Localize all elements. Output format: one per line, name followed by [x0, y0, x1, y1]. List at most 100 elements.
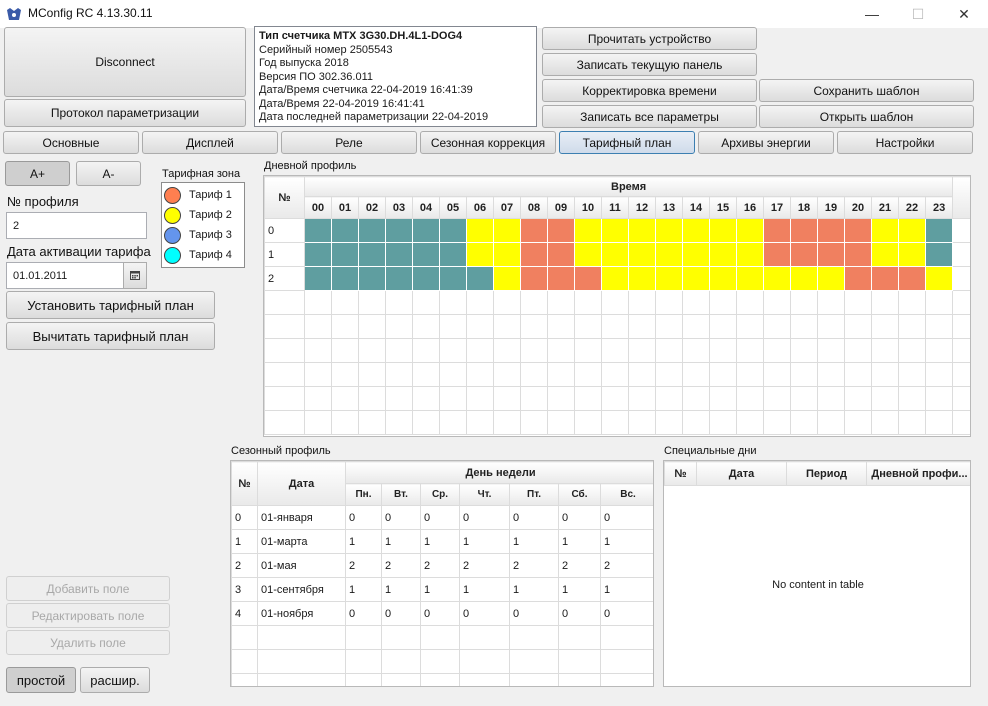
- extended-mode-button[interactable]: расшир.: [80, 667, 150, 693]
- hour-tariff-cell[interactable]: [358, 242, 386, 267]
- hour-tariff-cell[interactable]: [439, 266, 467, 291]
- hour-tariff-cell[interactable]: [924, 242, 954, 267]
- read-tariff-plan-button[interactable]: Вычитать тарифный план: [6, 322, 215, 350]
- hour-tariff-cell[interactable]: [547, 266, 575, 291]
- hour-tariff-cell[interactable]: [358, 266, 386, 291]
- hour-tariff-cell[interactable]: [709, 242, 737, 267]
- hour-tariff-cell[interactable]: [898, 242, 926, 267]
- hour-tariff-cell[interactable]: [871, 218, 899, 243]
- hour-tariff-cell[interactable]: [385, 218, 413, 243]
- hour-tariff-cell[interactable]: [655, 218, 683, 243]
- time-correction-button[interactable]: Корректировка времени: [542, 79, 757, 102]
- write-panel-button[interactable]: Записать текущую панель: [542, 53, 757, 76]
- hour-tariff-cell[interactable]: [574, 242, 602, 267]
- hour-tariff-cell[interactable]: [331, 218, 359, 243]
- hour-tariff-cell[interactable]: [763, 218, 791, 243]
- hour-tariff-cell[interactable]: [385, 266, 413, 291]
- activation-date-field[interactable]: 01.01.2011: [6, 262, 124, 289]
- hour-tariff-cell[interactable]: [817, 242, 845, 267]
- hour-tariff-cell[interactable]: [574, 218, 602, 243]
- disconnect-button[interactable]: Disconnect: [4, 27, 246, 97]
- daily-profile-row[interactable]: 0: [264, 218, 970, 243]
- hour-tariff-cell[interactable]: [871, 266, 899, 291]
- hour-tariff-cell[interactable]: [601, 218, 629, 243]
- hour-tariff-cell[interactable]: [871, 242, 899, 267]
- tab-settings[interactable]: Настройки: [837, 131, 973, 154]
- protocol-button[interactable]: Протокол параметризации: [4, 99, 246, 127]
- maximize-button[interactable]: ☐: [895, 0, 941, 28]
- hour-tariff-cell[interactable]: [304, 242, 332, 267]
- hour-tariff-cell[interactable]: [898, 218, 926, 243]
- hour-tariff-cell[interactable]: [924, 218, 954, 243]
- hour-tariff-cell[interactable]: [439, 218, 467, 243]
- hour-tariff-cell[interactable]: [466, 242, 494, 267]
- hour-tariff-cell[interactable]: [763, 266, 791, 291]
- hour-tariff-cell[interactable]: [358, 218, 386, 243]
- add-field-button[interactable]: Добавить поле: [6, 576, 170, 601]
- hour-tariff-cell[interactable]: [466, 218, 494, 243]
- minimize-button[interactable]: —: [849, 0, 895, 28]
- hour-tariff-cell[interactable]: [412, 218, 440, 243]
- hour-tariff-cell[interactable]: [385, 242, 413, 267]
- hour-tariff-cell[interactable]: [763, 242, 791, 267]
- hour-tariff-cell[interactable]: [520, 242, 548, 267]
- daily-profile-row[interactable]: 2: [264, 266, 970, 291]
- font-decrease-button[interactable]: A-: [76, 161, 141, 186]
- hour-tariff-cell[interactable]: [628, 242, 656, 267]
- hour-tariff-cell[interactable]: [790, 242, 818, 267]
- tab-seasonal-correction[interactable]: Сезонная коррекция: [420, 131, 556, 154]
- seasonal-profile-row[interactable]: 1 01-марта 1 1 1 1 1 1 1: [231, 529, 653, 554]
- hour-tariff-cell[interactable]: [924, 266, 954, 291]
- hour-tariff-cell[interactable]: [682, 266, 710, 291]
- font-increase-button[interactable]: A+: [5, 161, 70, 186]
- hour-tariff-cell[interactable]: [493, 218, 521, 243]
- hour-tariff-cell[interactable]: [601, 266, 629, 291]
- save-template-button[interactable]: Сохранить шаблон: [759, 79, 974, 102]
- tab-display[interactable]: Дисплей: [142, 131, 278, 154]
- hour-tariff-cell[interactable]: [304, 218, 332, 243]
- close-button[interactable]: ✕: [941, 0, 987, 28]
- hour-tariff-cell[interactable]: [655, 242, 683, 267]
- seasonal-profile-row[interactable]: 3 01-сентября 1 1 1 1 1 1 1: [231, 577, 653, 602]
- hour-tariff-cell[interactable]: [898, 266, 926, 291]
- read-device-button[interactable]: Прочитать устройство: [542, 27, 757, 50]
- simple-mode-button[interactable]: простой: [6, 667, 76, 693]
- edit-field-button[interactable]: Редактировать поле: [6, 603, 170, 628]
- tab-tariff-plan[interactable]: Тарифный план: [559, 131, 695, 154]
- hour-tariff-cell[interactable]: [493, 242, 521, 267]
- hour-tariff-cell[interactable]: [412, 266, 440, 291]
- daily-profile-row[interactable]: 1: [264, 242, 970, 267]
- hour-tariff-cell[interactable]: [439, 242, 467, 267]
- tab-basic[interactable]: Основные: [3, 131, 139, 154]
- hour-tariff-cell[interactable]: [844, 266, 872, 291]
- hour-tariff-cell[interactable]: [493, 266, 521, 291]
- hour-tariff-cell[interactable]: [574, 266, 602, 291]
- hour-tariff-cell[interactable]: [466, 266, 494, 291]
- hour-tariff-cell[interactable]: [682, 218, 710, 243]
- hour-tariff-cell[interactable]: [331, 242, 359, 267]
- hour-tariff-cell[interactable]: [655, 266, 683, 291]
- hour-tariff-cell[interactable]: [736, 266, 764, 291]
- open-template-button[interactable]: Открыть шаблон: [759, 105, 974, 128]
- hour-tariff-cell[interactable]: [628, 266, 656, 291]
- hour-tariff-cell[interactable]: [844, 242, 872, 267]
- hour-tariff-cell[interactable]: [817, 218, 845, 243]
- tab-relay[interactable]: Реле: [281, 131, 417, 154]
- hour-tariff-cell[interactable]: [412, 242, 440, 267]
- hour-tariff-cell[interactable]: [520, 266, 548, 291]
- hour-tariff-cell[interactable]: [709, 218, 737, 243]
- hour-tariff-cell[interactable]: [736, 242, 764, 267]
- set-tariff-plan-button[interactable]: Установить тарифный план: [6, 291, 215, 319]
- hour-tariff-cell[interactable]: [790, 218, 818, 243]
- write-all-button[interactable]: Записать все параметры: [542, 105, 757, 128]
- hour-tariff-cell[interactable]: [817, 266, 845, 291]
- hour-tariff-cell[interactable]: [844, 218, 872, 243]
- hour-tariff-cell[interactable]: [628, 218, 656, 243]
- calendar-button[interactable]: [123, 262, 147, 289]
- hour-tariff-cell[interactable]: [709, 266, 737, 291]
- hour-tariff-cell[interactable]: [520, 218, 548, 243]
- hour-tariff-cell[interactable]: [547, 242, 575, 267]
- seasonal-profile-row[interactable]: 2 01-мая 2 2 2 2 2 2 2: [231, 553, 653, 578]
- hour-tariff-cell[interactable]: [736, 218, 764, 243]
- tab-energy-archives[interactable]: Архивы энергии: [698, 131, 834, 154]
